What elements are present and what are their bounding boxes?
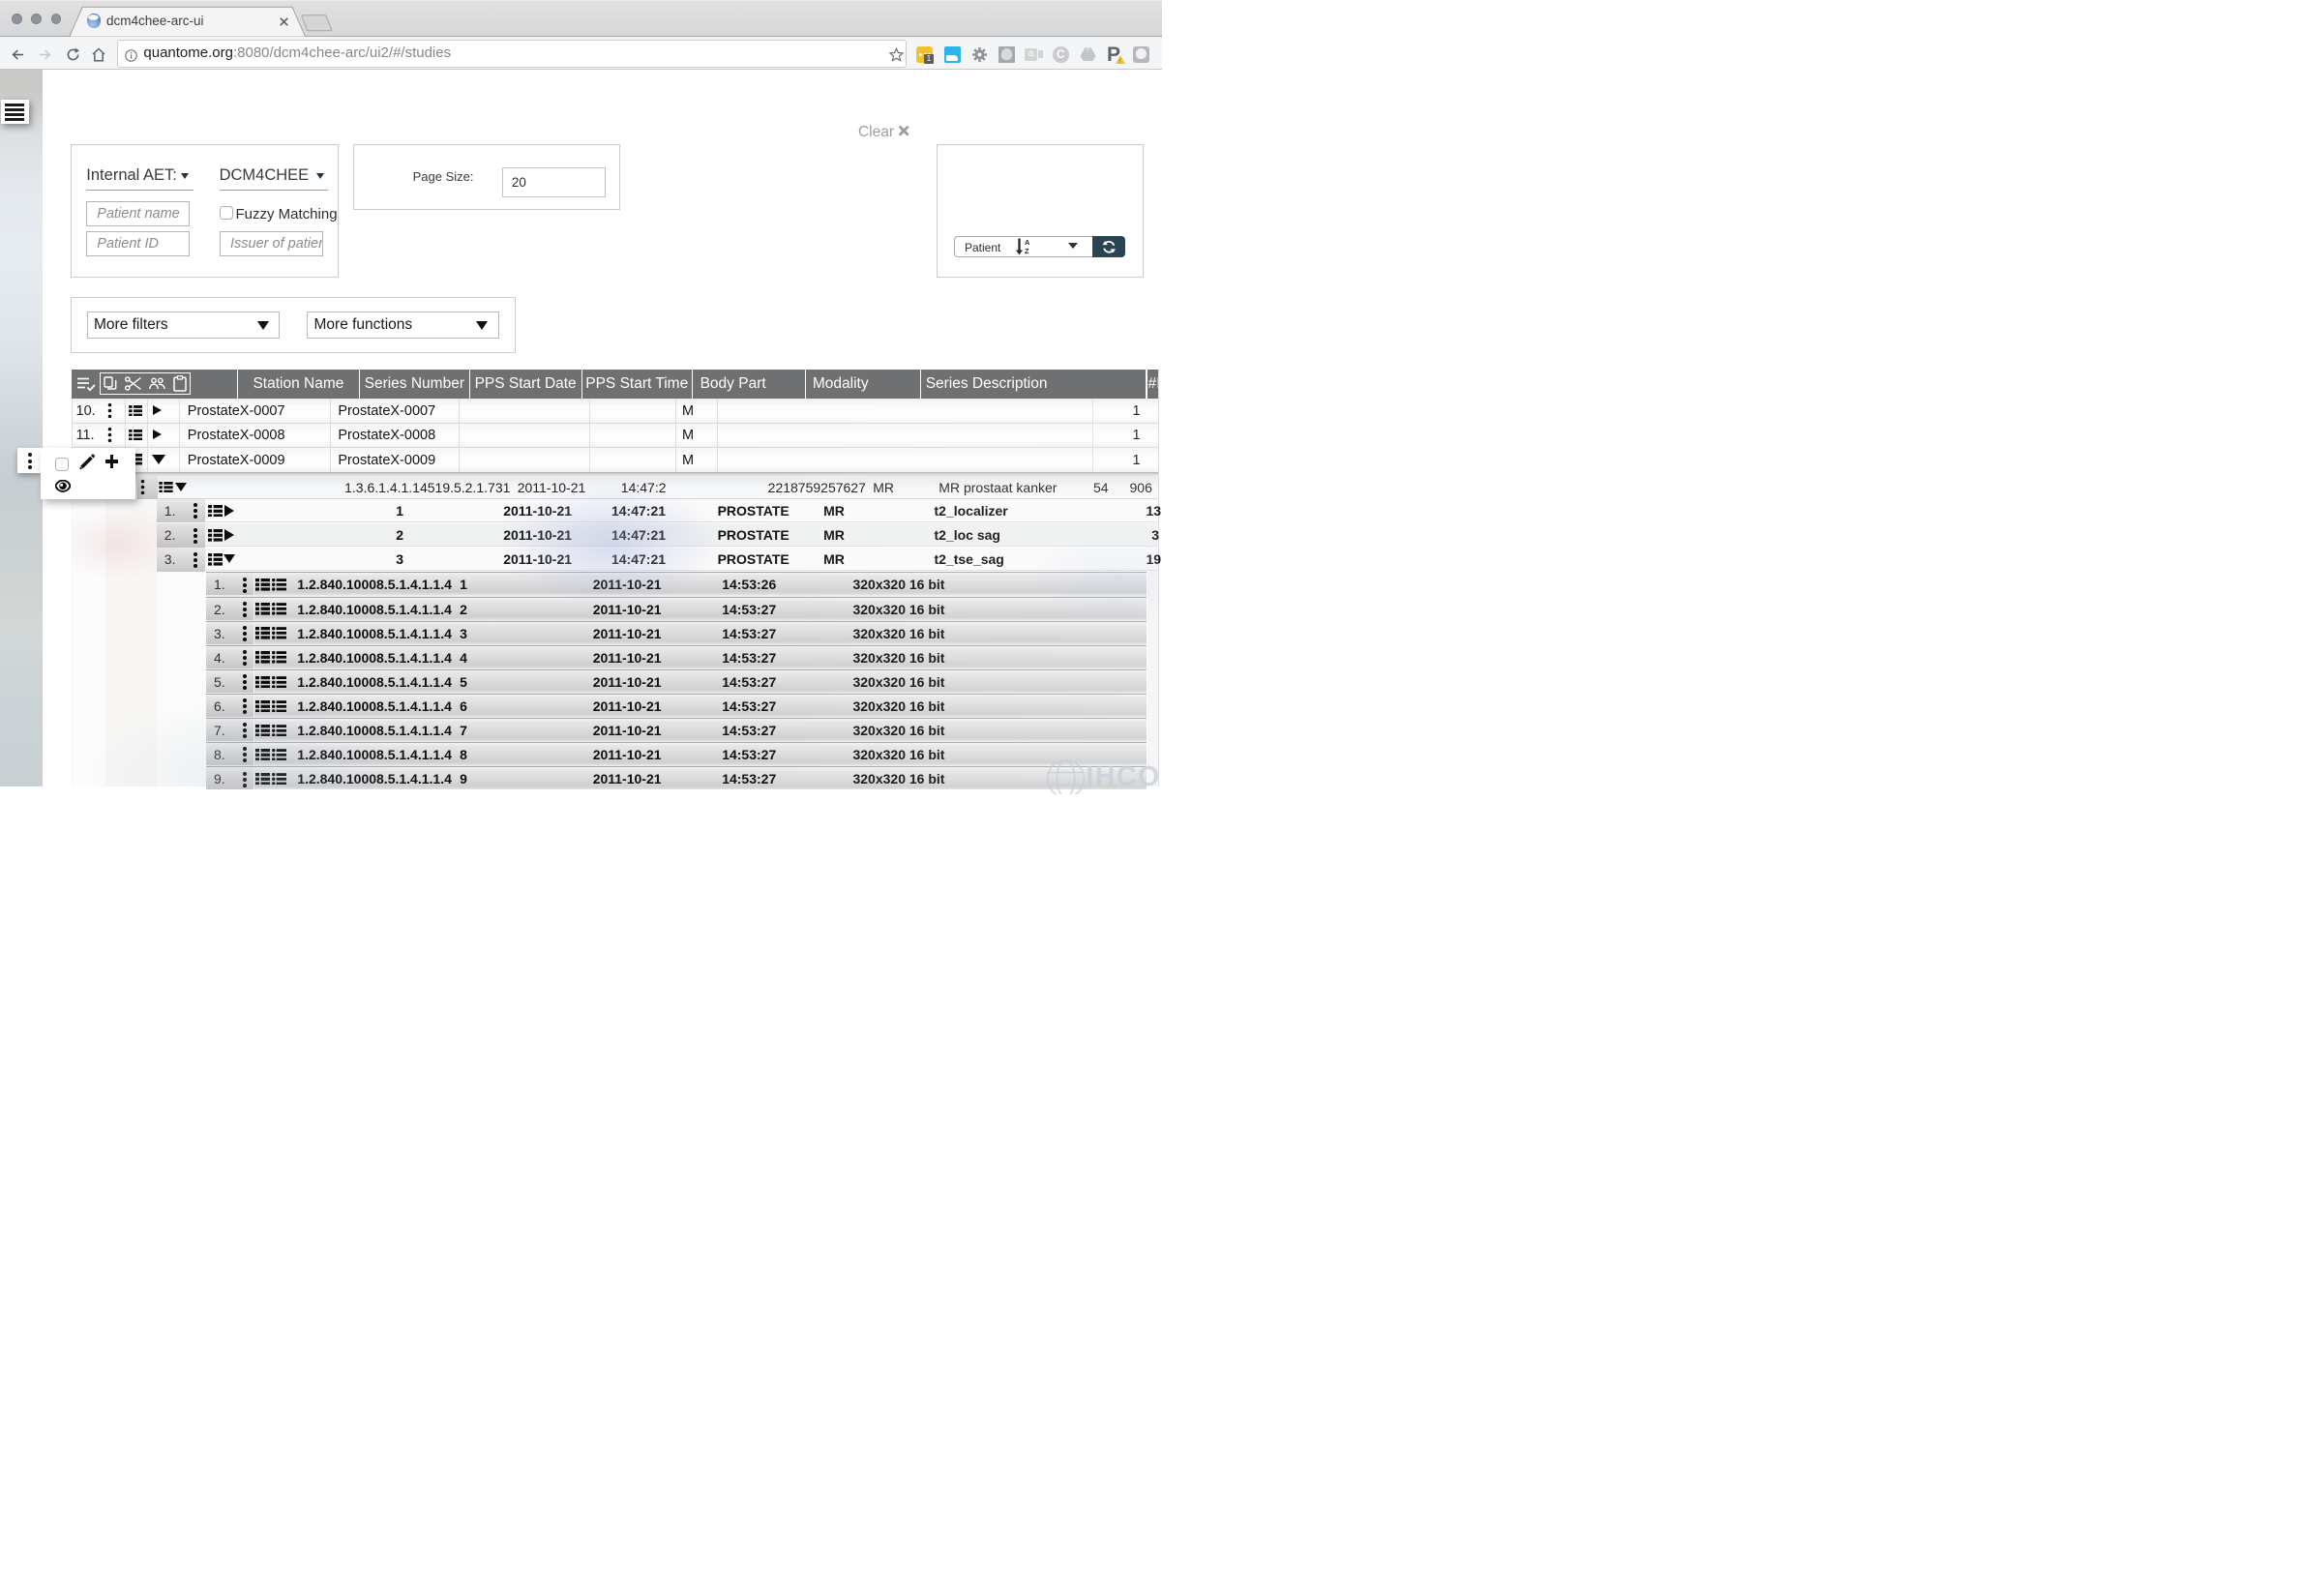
svg-text:Z: Z xyxy=(1025,247,1029,255)
svg-text:A: A xyxy=(1025,238,1030,247)
svg-text:IHCO: IHCO xyxy=(1087,761,1161,792)
